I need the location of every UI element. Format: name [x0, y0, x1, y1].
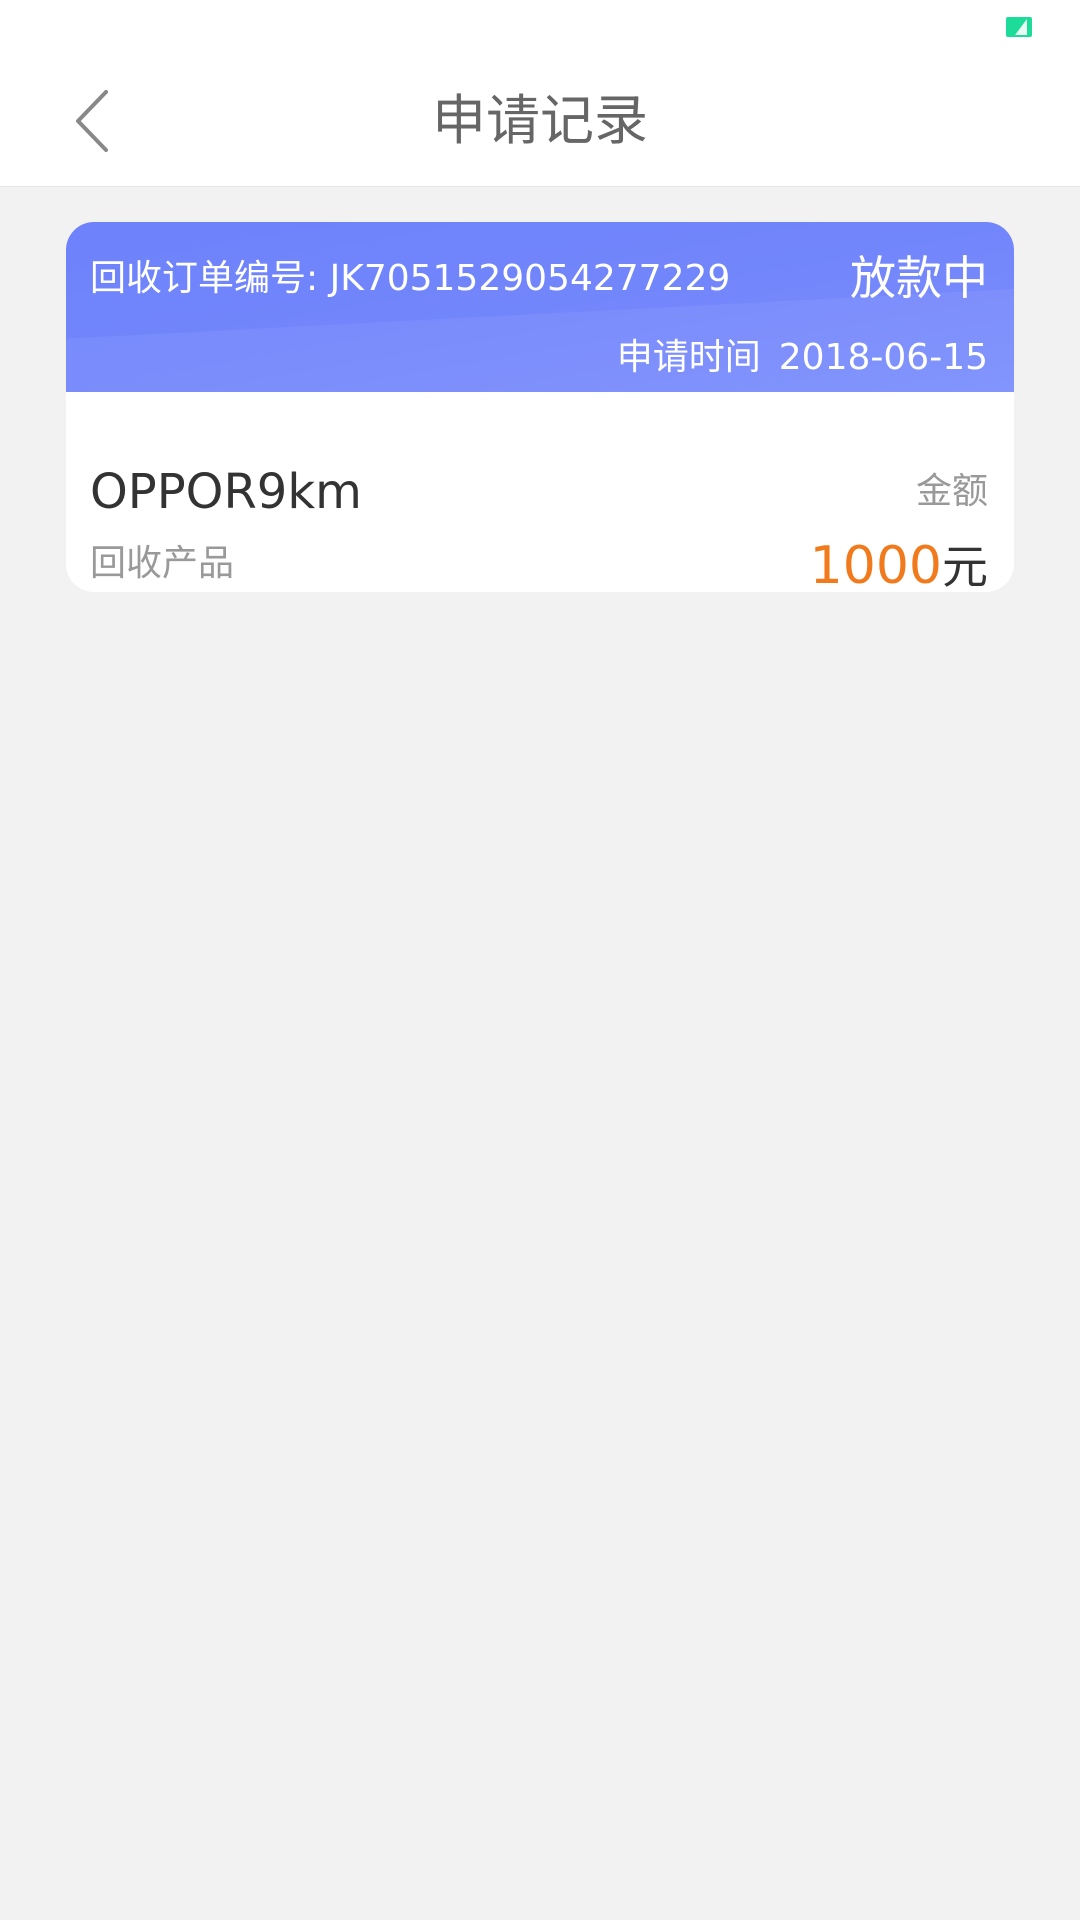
amount-value: 1000 [809, 536, 942, 592]
amount-unit: 元 [942, 540, 988, 592]
amount: 1000元 [810, 534, 988, 592]
record-card[interactable]: 回收订单编号: JK7051529054277229 放款中 申请时间 2018-… [66, 222, 1014, 592]
product-label: 回收产品 [90, 543, 235, 584]
product-name: OPPOR9km [90, 464, 362, 520]
battery-charging-icon [1006, 17, 1033, 37]
status-badge: 放款中 [850, 251, 988, 305]
order-number-label: 回收订单编号: [90, 258, 319, 299]
page-title: 申请记录 [432, 89, 648, 152]
apply-time-value: 2018-06-15 [778, 337, 988, 378]
amount-label: 金额 [915, 471, 988, 512]
order-number-value: JK7051529054277229 [329, 258, 731, 299]
nav-bar: 申请记录 [0, 56, 1080, 187]
status-bar [0, 0, 1080, 56]
apply-time: 申请时间 2018-06-15 [617, 334, 988, 382]
apply-time-label: 申请时间 [616, 337, 761, 378]
record-card-header: 回收订单编号: JK7051529054277229 放款中 申请时间 2018-… [66, 222, 1014, 461]
order-number: 回收订单编号: JK7051529054277229 [90, 254, 730, 304]
